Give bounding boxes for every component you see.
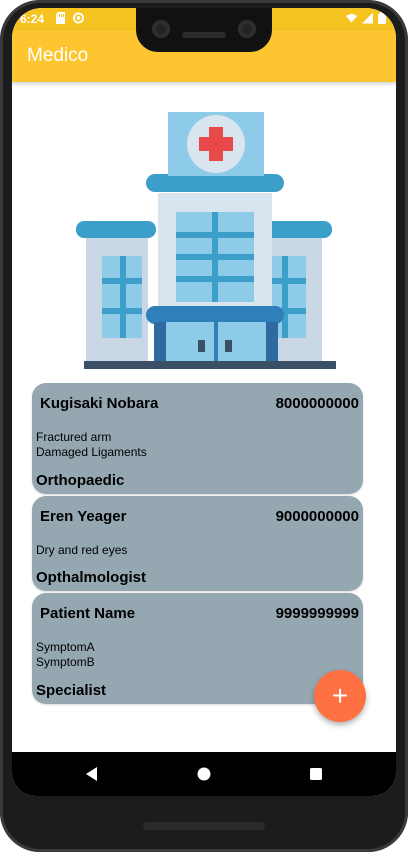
patient-symptoms: Dry and red eyes [36, 543, 127, 558]
patient-specialist: Opthalmologist [36, 569, 146, 586]
status-left-icons [56, 12, 84, 24]
status-right-icons [346, 12, 386, 24]
sd-card-icon [56, 12, 65, 24]
navigation-bar [12, 752, 396, 796]
status-time: 6:24 [20, 12, 45, 26]
patient-symptoms: SymptomA SymptomB [36, 640, 95, 670]
signal-icon [362, 12, 373, 24]
symptom-item: Damaged Ligaments [36, 445, 147, 459]
patient-specialist: Specialist [36, 682, 107, 699]
front-camera [152, 20, 170, 38]
back-triangle-icon[interactable] [82, 764, 102, 784]
patient-card[interactable]: Eren Yeager 9000000000 Dry and red eyes … [32, 496, 363, 591]
hospital-illustration [76, 112, 336, 369]
patient-name: Kugisaki Nobara [40, 395, 159, 412]
patient-card[interactable]: Kugisaki Nobara 8000000000 Fractured arm… [32, 383, 363, 494]
symptom-item: Fractured arm [36, 430, 112, 444]
patient-card[interactable]: Patient Name 9999999999 SymptomA Symptom… [32, 593, 363, 704]
front-sensor [238, 20, 256, 38]
patient-phone: 9000000000 [275, 508, 359, 525]
plus-icon: + [331, 680, 349, 711]
symptom-item: Dry and red eyes [36, 543, 128, 557]
patient-phone: 8000000000 [275, 395, 359, 412]
home-circle-icon[interactable] [194, 764, 214, 784]
bottom-speaker [143, 822, 265, 830]
camera-notch [136, 8, 272, 52]
screen: 6:24 Medico Kugisaki Nobara 8000000000 F… [12, 8, 396, 796]
symptom-item: SymptomA [36, 640, 95, 654]
add-patient-button[interactable]: + [314, 670, 366, 722]
wifi-icon [346, 13, 357, 23]
patient-symptoms: Fractured arm Damaged Ligaments [36, 430, 147, 460]
patient-specialist: Orthopaedic [36, 472, 125, 489]
patient-name: Eren Yeager [40, 508, 127, 525]
phone-frame: 6:24 Medico Kugisaki Nobara 8000000000 F… [0, 0, 408, 852]
patient-phone: 9999999999 [275, 605, 359, 622]
patient-list: Kugisaki Nobara 8000000000 Fractured arm… [32, 383, 363, 706]
recents-square-icon[interactable] [306, 764, 326, 784]
patient-name: Patient Name [40, 605, 136, 622]
symptom-item: SymptomB [36, 655, 95, 669]
earpiece [182, 32, 226, 38]
app-title: Medico [27, 45, 89, 66]
sync-icon [73, 12, 84, 24]
battery-icon [378, 12, 386, 24]
